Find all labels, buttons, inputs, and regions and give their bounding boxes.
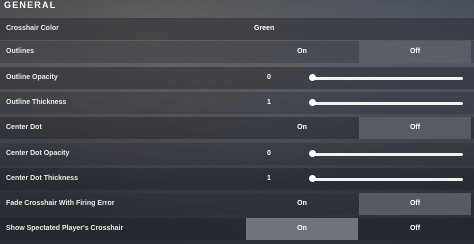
center-dot-thickness-slider[interactable] [311, 178, 463, 181]
show-spectated-crosshair-on-button[interactable]: On [246, 218, 358, 240]
outline-opacity-value[interactable]: 0 [262, 67, 276, 89]
fade-crosshair-off-button[interactable]: Off [359, 193, 471, 215]
outline-opacity-slider-handle[interactable] [309, 74, 316, 81]
outline-opacity-label: Outline Opacity [6, 74, 58, 81]
outline-opacity-slider[interactable] [311, 77, 463, 80]
outlines-off-button[interactable]: Off [359, 41, 471, 63]
center-dot-label: Center Dot [6, 124, 42, 131]
center-dot-thickness-value[interactable]: 1 [262, 168, 276, 190]
center-dot-row: Center Dot On Off [0, 117, 474, 139]
outline-thickness-row: Outline Thickness 1 [0, 92, 474, 114]
center-dot-on-button[interactable]: On [246, 117, 358, 139]
crosshair-color-label: Crosshair Color [6, 25, 59, 32]
outline-opacity-row: Outline Opacity 0 [0, 67, 474, 89]
outlines-label: Outlines [6, 48, 35, 55]
crosshair-color-dropdown[interactable]: Green [254, 18, 274, 40]
center-dot-off-button[interactable]: Off [359, 117, 471, 139]
fade-crosshair-row: Fade Crosshair With Firing Error On Off [0, 193, 474, 215]
show-spectated-crosshair-off-button[interactable]: Off [359, 218, 471, 240]
center-dot-thickness-row: Center Dot Thickness 1 [0, 168, 474, 190]
outline-thickness-slider-handle[interactable] [309, 99, 316, 106]
outline-thickness-value[interactable]: 1 [262, 92, 276, 114]
fade-crosshair-label: Fade Crosshair With Firing Error [6, 200, 115, 207]
center-dot-opacity-slider[interactable] [311, 153, 463, 156]
center-dot-thickness-label: Center Dot Thickness [6, 175, 78, 182]
show-spectated-crosshair-label: Show Spectated Player's Crosshair [6, 225, 124, 232]
center-dot-opacity-slider-handle[interactable] [309, 150, 316, 157]
section-title: GENERAL [4, 0, 57, 10]
crosshair-settings-panel: GENERAL Crosshair Color Green Outlines O… [0, 0, 474, 244]
crosshair-color-row[interactable]: Crosshair Color Green [0, 18, 474, 40]
outlines-row: Outlines On Off [0, 41, 474, 63]
center-dot-thickness-slider-handle[interactable] [309, 175, 316, 182]
fade-crosshair-on-button[interactable]: On [246, 193, 358, 215]
outline-thickness-label: Outline Thickness [6, 99, 67, 106]
center-dot-opacity-value[interactable]: 0 [262, 143, 276, 165]
outline-thickness-slider[interactable] [311, 102, 463, 105]
show-spectated-crosshair-row: Show Spectated Player's Crosshair On Off [0, 218, 474, 240]
outlines-on-button[interactable]: On [246, 41, 358, 63]
center-dot-opacity-row: Center Dot Opacity 0 [0, 143, 474, 165]
center-dot-opacity-label: Center Dot Opacity [6, 150, 70, 157]
